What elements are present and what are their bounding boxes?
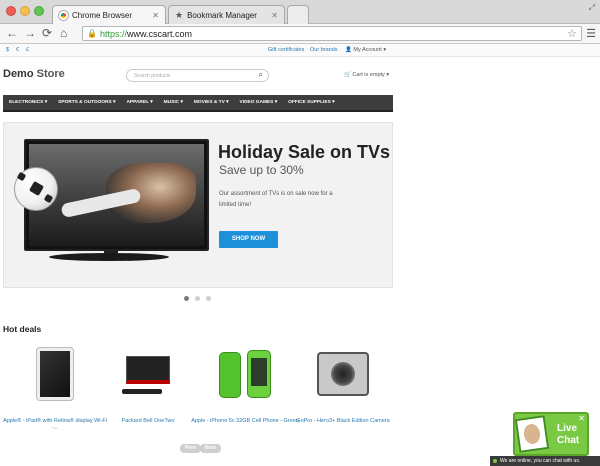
- agent-avatar: [514, 415, 550, 453]
- banner-subhead: Save up to 30%: [219, 163, 304, 177]
- shop-now-button[interactable]: SHOP NOW: [219, 231, 278, 248]
- tab-title: Chrome Browser: [72, 10, 133, 20]
- product-name[interactable]: GoPro - Hero3+ Black Edition Camera: [288, 418, 398, 425]
- logo-main: Demo: [3, 68, 34, 80]
- home-button[interactable]: ⌂: [60, 26, 67, 40]
- live-chat-line2: Chat: [557, 435, 580, 446]
- url-host: www.cscart.com: [126, 28, 192, 39]
- cart-icon: 🛒: [344, 72, 351, 78]
- category-video-games[interactable]: VIDEO GAMES ▾: [240, 100, 278, 105]
- ipad-image[interactable]: [36, 347, 74, 401]
- category-sports-outdoors[interactable]: SPORTS & OUTDOORS ▾: [58, 100, 115, 105]
- product-card[interactable]: Packard Bell OneTwo: [93, 340, 203, 424]
- browser-tab-bar: Chrome Browser ✕ ★ Bookmark Manager ✕ ⤢: [0, 0, 600, 24]
- product-name[interactable]: Packard Bell OneTwo: [93, 418, 203, 425]
- close-tab-icon[interactable]: ✕: [152, 11, 159, 20]
- lock-icon: 🔒: [87, 29, 97, 38]
- category-apparel[interactable]: APPAREL ▾: [126, 100, 152, 105]
- address-bar[interactable]: 🔒 https:// www.cscart.com ☆: [82, 26, 582, 41]
- chat-status-bar[interactable]: We are online, you can chat with us.: [490, 456, 600, 466]
- forward-button[interactable]: →: [24, 26, 36, 40]
- live-chat-line1: Live: [557, 423, 578, 434]
- close-tab-icon[interactable]: ✕: [271, 11, 278, 20]
- search-input[interactable]: Search products ⌕: [126, 69, 269, 82]
- product-card[interactable]: Apple - iPhone 5c 32GB Cell Phone - Gree…: [190, 340, 300, 424]
- tab-chrome-browser[interactable]: Chrome Browser ✕: [52, 5, 166, 24]
- reload-button[interactable]: ⟳: [42, 26, 52, 40]
- hot-deals-title: Hot deals: [3, 324, 42, 334]
- desktop-pc-image[interactable]: [122, 356, 174, 394]
- product-name[interactable]: Apple - iPhone 5c 32GB Cell Phone - Gree…: [190, 418, 300, 425]
- top-strip: $ € £ Gift certificates Our brands 👤 My …: [0, 44, 600, 57]
- new-tab-button[interactable]: [287, 5, 309, 24]
- product-card[interactable]: GoPro - Hero3+ Black Edition Camera: [288, 340, 398, 424]
- our-brands-link[interactable]: Our brands: [310, 47, 338, 53]
- banner-headline: Holiday Sale on TVs: [218, 142, 391, 162]
- url-scheme: https://: [99, 28, 127, 39]
- gift-certificates-link[interactable]: Gift certificates: [268, 47, 304, 53]
- chrome-icon: [59, 10, 68, 20]
- tab-bookmark-manager[interactable]: ★ Bookmark Manager ✕: [168, 5, 285, 24]
- zoom-window-button[interactable]: [34, 6, 44, 16]
- bookmark-star-icon[interactable]: ☆: [567, 27, 577, 40]
- account-menu[interactable]: 👤 My Account ▾: [345, 47, 386, 53]
- currency-eur[interactable]: €: [16, 47, 19, 53]
- star-icon: ★: [175, 9, 184, 20]
- close-chat-icon[interactable]: ✕: [578, 414, 585, 423]
- tab-title: Bookmark Manager: [187, 10, 257, 20]
- soccer-ball-image: [14, 167, 58, 211]
- minimize-window-button[interactable]: [20, 6, 30, 16]
- cart-dropdown[interactable]: 🛒 Cart is empty ▾: [344, 72, 389, 78]
- live-chat-widget[interactable]: Live Chat ✕: [513, 412, 589, 456]
- category-menu: ELECTRONICS ▾ SPORTS & OUTDOORS ▾ APPARE…: [3, 95, 393, 112]
- category-electronics[interactable]: ELECTRONICS ▾: [9, 100, 47, 105]
- menu-icon[interactable]: ☰: [586, 28, 596, 40]
- tv-stand: [49, 253, 169, 261]
- prev-button[interactable]: Prev: [180, 444, 201, 453]
- logo-store: Store: [36, 68, 65, 80]
- cart-label: Cart is empty ▾: [352, 72, 390, 78]
- banner-description: Our assortment of TVs is on sale now for…: [219, 191, 333, 208]
- user-icon: 👤: [345, 47, 352, 53]
- category-music[interactable]: MUSIC ▾: [164, 100, 183, 105]
- search-icon[interactable]: ⌕: [259, 70, 263, 80]
- search-placeholder: Search products: [134, 73, 171, 79]
- currency-gbp[interactable]: £: [26, 47, 29, 53]
- gopro-camera-image[interactable]: [317, 352, 369, 396]
- next-button[interactable]: Next: [200, 444, 221, 453]
- slider-dots: [184, 296, 211, 301]
- slider-dot-2[interactable]: [195, 296, 200, 301]
- category-movies-tv[interactable]: MOVIES & TV ▾: [194, 100, 229, 105]
- store-logo[interactable]: Demo Store: [3, 68, 65, 80]
- account-label: My Account ▾: [353, 47, 387, 53]
- category-office-supplies[interactable]: OFFICE SUPPLIES ▾: [288, 100, 334, 105]
- slider-dot-3[interactable]: [206, 296, 211, 301]
- fullscreen-icon[interactable]: ⤢: [589, 3, 595, 13]
- close-window-button[interactable]: [6, 6, 16, 16]
- slider-dot-1[interactable]: [184, 296, 189, 301]
- back-button[interactable]: ←: [6, 26, 18, 40]
- browser-toolbar: ← → ⟳ ⌂ 🔒 https:// www.cscart.com ☆ ☰: [0, 24, 600, 44]
- iphone-image[interactable]: [217, 350, 273, 406]
- currency-usd[interactable]: $: [6, 47, 9, 53]
